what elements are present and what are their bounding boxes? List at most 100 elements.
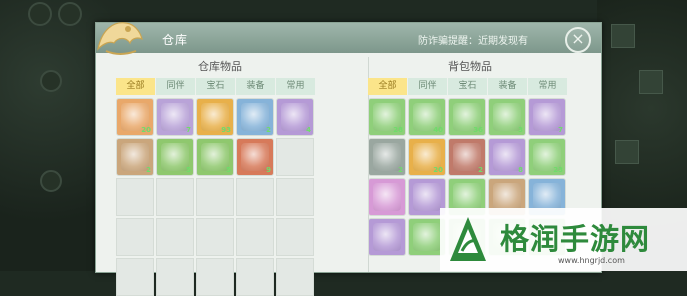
bag-item-slot[interactable]: 8 [488,138,526,176]
warehouse-tabs: 全部 同伴 宝石 装备 常用 [116,78,316,95]
bag-tab[interactable]: 宝石 [448,78,487,95]
bag-item-slot[interactable]: 3 [488,98,526,136]
bag-tab[interactable]: 全部 [368,78,407,95]
red-potion-icon [281,103,309,131]
blue-crystal-icon [533,183,561,211]
red-armor-icon [241,143,269,171]
open-book-icon [493,183,521,211]
warehouse-item-slot[interactable]: 5 [156,138,194,176]
item-count: 2 [478,166,483,174]
bag-heading: 背包物品 [448,60,492,73]
warehouse-empty-slot[interactable] [116,178,154,216]
item-count: 4 [306,126,311,134]
warehouse-empty-slot[interactable] [276,178,314,216]
item-count: 40 [433,126,443,134]
item-count: 36 [473,126,483,134]
site-watermark: 格润手游网 www.hngrjd.com [440,208,687,271]
green-book-icon [493,103,521,131]
brush-icon [493,143,521,171]
bag-item-slot[interactable]: 2 [368,138,406,176]
sword-scroll-icon [533,103,561,131]
warehouse-heading: 仓库物品 [198,60,242,73]
pink-potion-icon [373,183,401,211]
site-logo-icon [450,217,486,261]
treasure-chest-icon [373,143,401,171]
warehouse-tab[interactable]: 装备 [236,78,275,95]
item-count: 2 [146,166,151,174]
warehouse-empty-slot[interactable] [276,258,314,296]
item-count: 2 [266,126,271,134]
item-count: 20 [433,166,443,174]
round-button-icon[interactable] [58,2,82,26]
warehouse-empty-slot[interactable] [236,178,274,216]
bag-item-slot[interactable]: 23 [528,138,566,176]
round-button-icon[interactable] [40,70,62,92]
warehouse-item-slot[interactable]: 7 [156,98,194,136]
warehouse-item-slot[interactable]: 2 [236,98,274,136]
warehouse-tab[interactable]: 常用 [276,78,315,95]
item-count: 7 [558,126,563,134]
item-count: 93 [221,126,231,134]
warehouse-empty-slot[interactable] [236,218,274,256]
item-count: 2 [398,166,403,174]
item-count: 20 [141,126,151,134]
item-count: 5 [186,166,191,174]
bag-tab[interactable]: 同伴 [408,78,447,95]
window-title: 仓库 [162,33,189,47]
blue-crystal-icon [373,223,401,251]
close-button[interactable]: × [565,27,591,53]
warehouse-empty-slot[interactable] [196,258,234,296]
item-count: 7 [186,126,191,134]
item-count: 9 [266,166,271,174]
bag-item-slot[interactable]: 40 [408,98,446,136]
warehouse-item-slot[interactable]: 2 [116,138,154,176]
lion-emblem-icon [97,22,143,55]
site-url: www.hngrjd.com [558,256,625,265]
crystal-icon [453,183,481,211]
warehouse-empty-slot[interactable] [156,218,194,256]
bag-tab[interactable]: 常用 [528,78,567,95]
warehouse-item-slot[interactable]: 20 [116,98,154,136]
red-book-icon [453,143,481,171]
warehouse-item-slot[interactable]: 9 [236,138,274,176]
round-button-icon[interactable] [28,2,52,26]
bag-tabs: 全部 同伴 宝石 装备 常用 [368,78,568,95]
blue-vase-icon [161,103,189,131]
warehouse-empty-slot[interactable] [116,218,154,256]
tile-icon [611,24,635,48]
title-bar: 仓库 防诈骗提醒：近期发现有 × [96,23,601,53]
item-count: 5 [226,166,231,174]
warehouse-item-slot[interactable]: 93 [196,98,234,136]
warehouse-empty-slot[interactable] [276,218,314,256]
tile-icon [639,70,663,94]
fraud-notice: 防诈骗提醒：近期发现有 [418,36,528,47]
bag-item-slot[interactable]: 28 [368,98,406,136]
jade-ring-icon [201,143,229,171]
bag-item-slot[interactable]: 2 [448,138,486,176]
bag-item-slot[interactable] [368,218,406,256]
jade-ring-icon [161,143,189,171]
warehouse-empty-slot[interactable] [276,138,314,176]
warehouse-empty-slot[interactable] [236,258,274,296]
warehouse-tab[interactable]: 全部 [116,78,155,95]
bag-item-slot[interactable]: 20 [408,138,446,176]
bag-item-slot[interactable]: 36 [448,98,486,136]
warehouse-empty-slot[interactable] [156,178,194,216]
warehouse-empty-slot[interactable] [156,258,194,296]
warehouse-item-slot[interactable]: 5 [196,138,234,176]
warehouse-tab[interactable]: 同伴 [156,78,195,95]
item-count: 8 [518,166,523,174]
warehouse-grid: 20 7 93 2 4 2 5 5 9 [116,98,314,296]
warehouse-empty-slot[interactable] [196,218,234,256]
bag-item-slot[interactable] [368,178,406,216]
scroll-icon [121,143,149,171]
item-count: 23 [553,166,563,174]
bag-tab[interactable]: 装备 [488,78,527,95]
warehouse-item-slot[interactable]: 4 [276,98,314,136]
warehouse-empty-slot[interactable] [116,258,154,296]
warehouse-empty-slot[interactable] [196,178,234,216]
warehouse-tab[interactable]: 宝石 [196,78,235,95]
purple-gem-icon [413,183,441,211]
bag-item-slot[interactable]: 7 [528,98,566,136]
round-button-icon[interactable] [40,170,62,192]
